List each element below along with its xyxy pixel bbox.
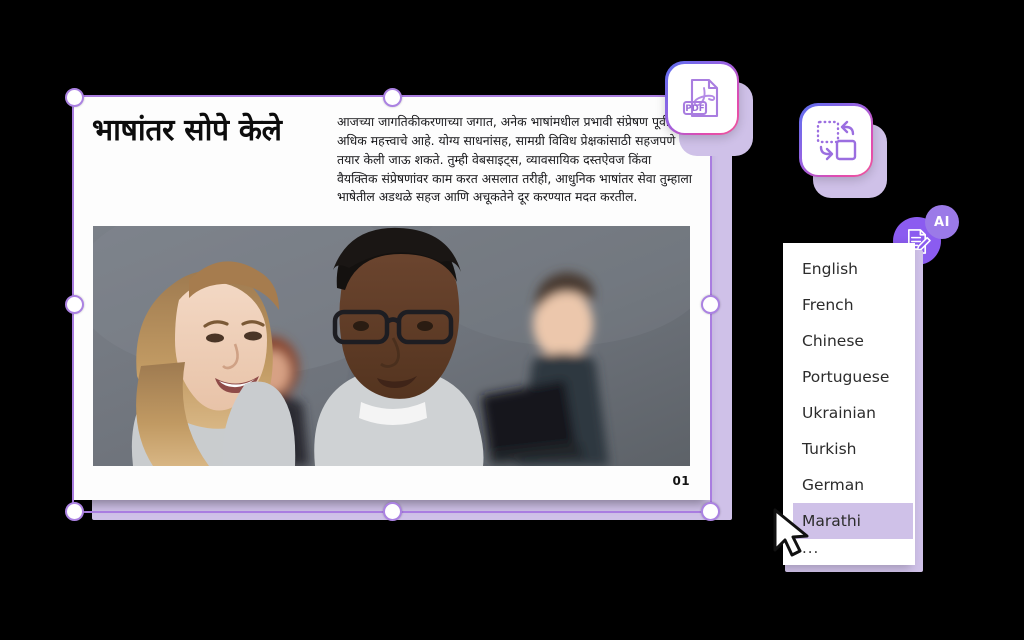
language-more-options[interactable]: ... [783, 539, 915, 565]
language-option-ukrainian[interactable]: Ukrainian [783, 395, 915, 431]
pdf-file-tile[interactable]: PDF [665, 61, 739, 135]
slide-body-text: आजच्या जागतिकीकरणाच्या जगात, अनेक भाषांम… [337, 114, 693, 205]
language-option-turkish[interactable]: Turkish [783, 431, 915, 467]
language-option-marathi[interactable]: Marathi [793, 503, 913, 539]
resize-handle-bottom-left[interactable] [64, 501, 84, 521]
convert-format-icon [816, 120, 857, 161]
convert-format-tile[interactable] [799, 103, 873, 177]
document-slide[interactable]: भाषांतर सोपे केले आजच्या जागतिकीकरणाच्या… [72, 95, 712, 500]
ai-badge-chip: AI [925, 205, 959, 239]
svg-text:PDF: PDF [685, 104, 704, 114]
pdf-file-icon: PDF [682, 78, 719, 118]
slide-title: भाषांतर सोपे केले [92, 113, 282, 148]
language-dropdown[interactable]: English French Chinese Portuguese Ukrain… [783, 243, 915, 565]
language-option-english[interactable]: English [783, 251, 915, 287]
language-option-chinese[interactable]: Chinese [783, 323, 915, 359]
language-option-french[interactable]: French [783, 287, 915, 323]
slide-page-number: 01 [672, 474, 690, 488]
language-option-portuguese[interactable]: Portuguese [783, 359, 915, 395]
canvas-root: भाषांतर सोपे केले आजच्या जागतिकीकरणाच्या… [0, 0, 1024, 640]
slide-photo [93, 226, 690, 466]
language-option-german[interactable]: German [783, 467, 915, 503]
